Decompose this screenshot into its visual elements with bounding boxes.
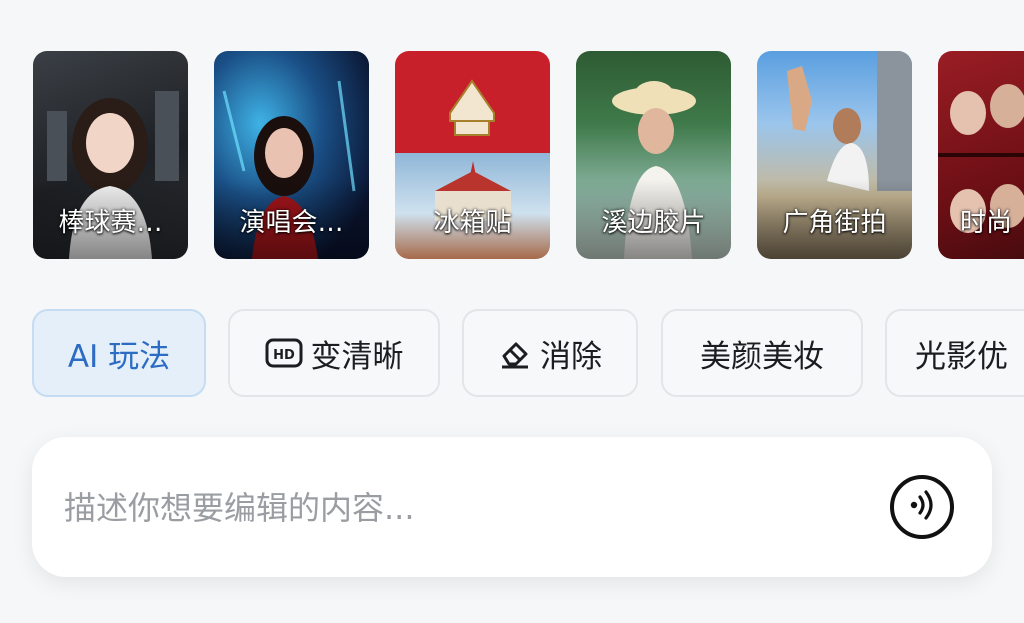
- voice-icon: [902, 485, 942, 529]
- prompt-box: [32, 437, 992, 577]
- chip-ai-play[interactable]: AI 玩法: [32, 309, 206, 397]
- thumbnail-concert[interactable]: 演唱会…: [214, 51, 369, 259]
- chip-label: 美颜美妆: [700, 338, 824, 375]
- voice-button[interactable]: [890, 475, 954, 539]
- chip-erase[interactable]: 消除: [462, 309, 638, 397]
- thumbnail-fashion[interactable]: 时尚: [938, 51, 1024, 259]
- thumbnail-label: 棒球赛…: [58, 208, 163, 238]
- eraser-icon: [498, 336, 532, 370]
- chip-label: 变清晰: [310, 338, 404, 375]
- thumbnail-label: 时尚: [960, 208, 1013, 238]
- style-thumbnail-strip: 棒球赛… 演唱会… 冰箱贴 溪边胶片 广角街拍 时尚: [0, 51, 1024, 259]
- chip-label: 消除: [540, 338, 602, 375]
- prompt-input[interactable]: [62, 467, 866, 549]
- thumbnail-label: 溪边胶片: [601, 208, 706, 238]
- hd-icon: HD: [265, 338, 303, 368]
- thumbnail-wide-angle-street[interactable]: 广角街拍: [757, 51, 912, 259]
- chip-light-shadow[interactable]: 光影优: [885, 309, 1024, 397]
- thumbnail-creek-film[interactable]: 溪边胶片: [576, 51, 731, 259]
- chip-enhance-clarity[interactable]: HD 变清晰: [228, 309, 440, 397]
- edit-tool-chips: AI 玩法 HD 变清晰 消除 美颜美妆 光影优: [0, 309, 1024, 399]
- chip-label: 光影优: [915, 338, 1008, 375]
- thumbnail-baseball[interactable]: 棒球赛…: [33, 51, 188, 259]
- chip-beauty-makeup[interactable]: 美颜美妆: [661, 309, 863, 397]
- thumbnail-label: 冰箱贴: [433, 208, 512, 238]
- thumbnail-label: 广角街拍: [782, 208, 887, 238]
- chip-label: AI 玩法: [67, 338, 171, 375]
- thumbnail-label: 演唱会…: [239, 208, 344, 238]
- thumbnail-fridge-magnet[interactable]: 冰箱贴: [395, 51, 550, 259]
- svg-text:HD: HD: [273, 348, 295, 363]
